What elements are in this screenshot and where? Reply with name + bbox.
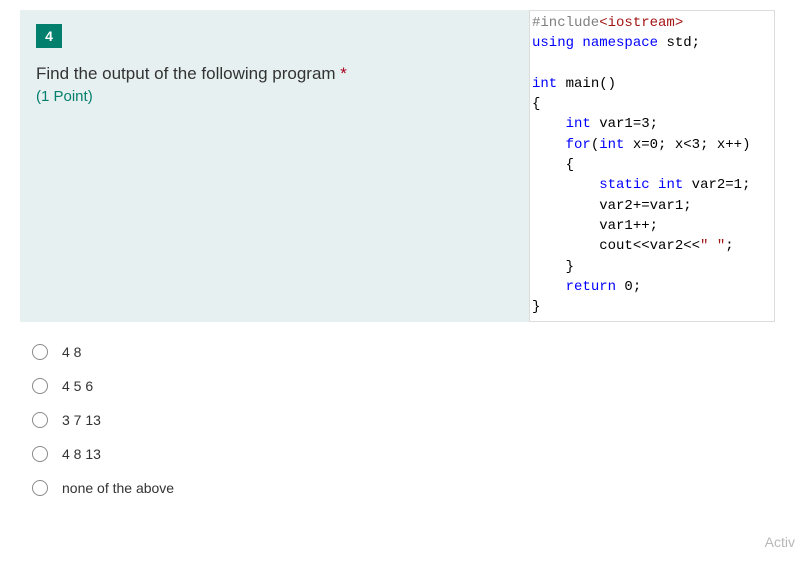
option-label: 4 8 13 [62,446,101,462]
radio-icon[interactable] [32,480,48,496]
code-token: int [566,116,591,132]
code-token: std; [658,35,700,51]
radio-icon[interactable] [32,344,48,360]
option-label: none of the above [62,480,174,496]
option-2[interactable]: 3 7 13 [32,412,775,428]
code-token: x=0; x<3; x++) [624,137,750,153]
required-asterisk: * [340,64,347,83]
code-token: <iostream> [599,15,683,31]
code-token: for [566,137,591,153]
windows-activation-watermark: Activ [765,534,795,550]
radio-icon[interactable] [32,446,48,462]
option-4[interactable]: none of the above [32,480,775,496]
code-token: var2+=var1; [532,198,692,214]
option-label: 3 7 13 [62,412,101,428]
code-token [532,279,566,295]
code-token [532,137,566,153]
code-token: " " [700,238,725,254]
code-snippet: #include<iostream> using namespace std; … [529,10,775,322]
code-token: return [566,279,616,295]
option-1[interactable]: 4 5 6 [32,378,775,394]
code-token: { [532,157,574,173]
code-token: var1++; [532,218,658,234]
question-left-pane: 4 Find the output of the following progr… [20,10,529,322]
code-token: var2=1; [683,177,750,193]
code-token [532,116,566,132]
question-text-content: Find the output of the following program [36,64,340,83]
code-token: int [658,177,683,193]
option-3[interactable]: 4 8 13 [32,446,775,462]
answer-options: 4 8 4 5 6 3 7 13 4 8 13 none of the abov… [32,344,775,496]
question-text: Find the output of the following program… [36,62,513,86]
code-token: 0; [616,279,641,295]
code-token: cout<<var2<< [532,238,700,254]
radio-icon[interactable] [32,412,48,428]
question-card: 4 Find the output of the following progr… [20,10,775,322]
code-token: ; [725,238,733,254]
code-token: var1=3; [591,116,658,132]
code-token: using [532,35,574,51]
code-token: ( [591,137,599,153]
code-token [650,177,658,193]
code-token: } [532,299,540,315]
code-token: int [532,76,557,92]
code-token: main() [557,76,616,92]
code-token: static [599,177,649,193]
code-token: namespace [582,35,658,51]
code-token: } [532,259,574,275]
question-number-badge: 4 [36,24,62,48]
question-points: (1 Point) [36,88,513,105]
radio-icon[interactable] [32,378,48,394]
code-token: { [532,96,540,112]
code-token: #include [532,15,599,31]
code-token: int [599,137,624,153]
code-token [532,177,599,193]
option-label: 4 8 [62,344,81,360]
option-label: 4 5 6 [62,378,93,394]
option-0[interactable]: 4 8 [32,344,775,360]
